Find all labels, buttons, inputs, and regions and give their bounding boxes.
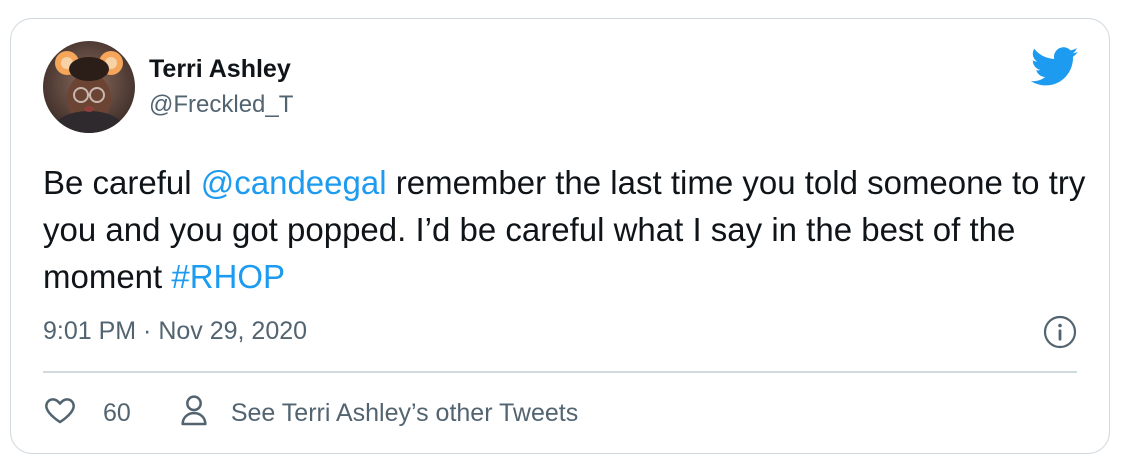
divider [43, 371, 1077, 373]
heart-icon [43, 393, 77, 434]
tweet-text-start: Be careful [43, 164, 201, 201]
tweet-card: Terri Ashley @Freckled_T Be careful @can… [10, 18, 1110, 454]
author-handle[interactable]: @Freckled_T [149, 91, 293, 119]
see-other-tweets-label: See Terri Ashley’s other Tweets [230, 398, 579, 427]
person-icon [179, 394, 209, 433]
mention-link[interactable]: @candeegal [201, 164, 387, 201]
action-bar: 60 See Terri Ashley’s other Tweets [43, 391, 578, 435]
like-button[interactable]: 60 [43, 393, 131, 434]
tweet-text: Be careful @candeegal remember the last … [43, 159, 1093, 300]
hashtag-link[interactable]: #RHOP [171, 258, 285, 295]
see-other-tweets-link[interactable]: See Terri Ashley’s other Tweets [179, 394, 578, 433]
info-icon[interactable] [1043, 315, 1077, 349]
timestamp-link[interactable]: 9:01 PM · Nov 29, 2020 [43, 317, 307, 346]
like-count: 60 [103, 398, 131, 427]
avatar-image [43, 41, 135, 133]
avatar[interactable] [43, 41, 135, 133]
twitter-bird-icon[interactable] [1030, 47, 1079, 87]
author-name[interactable]: Terri Ashley [149, 55, 291, 84]
